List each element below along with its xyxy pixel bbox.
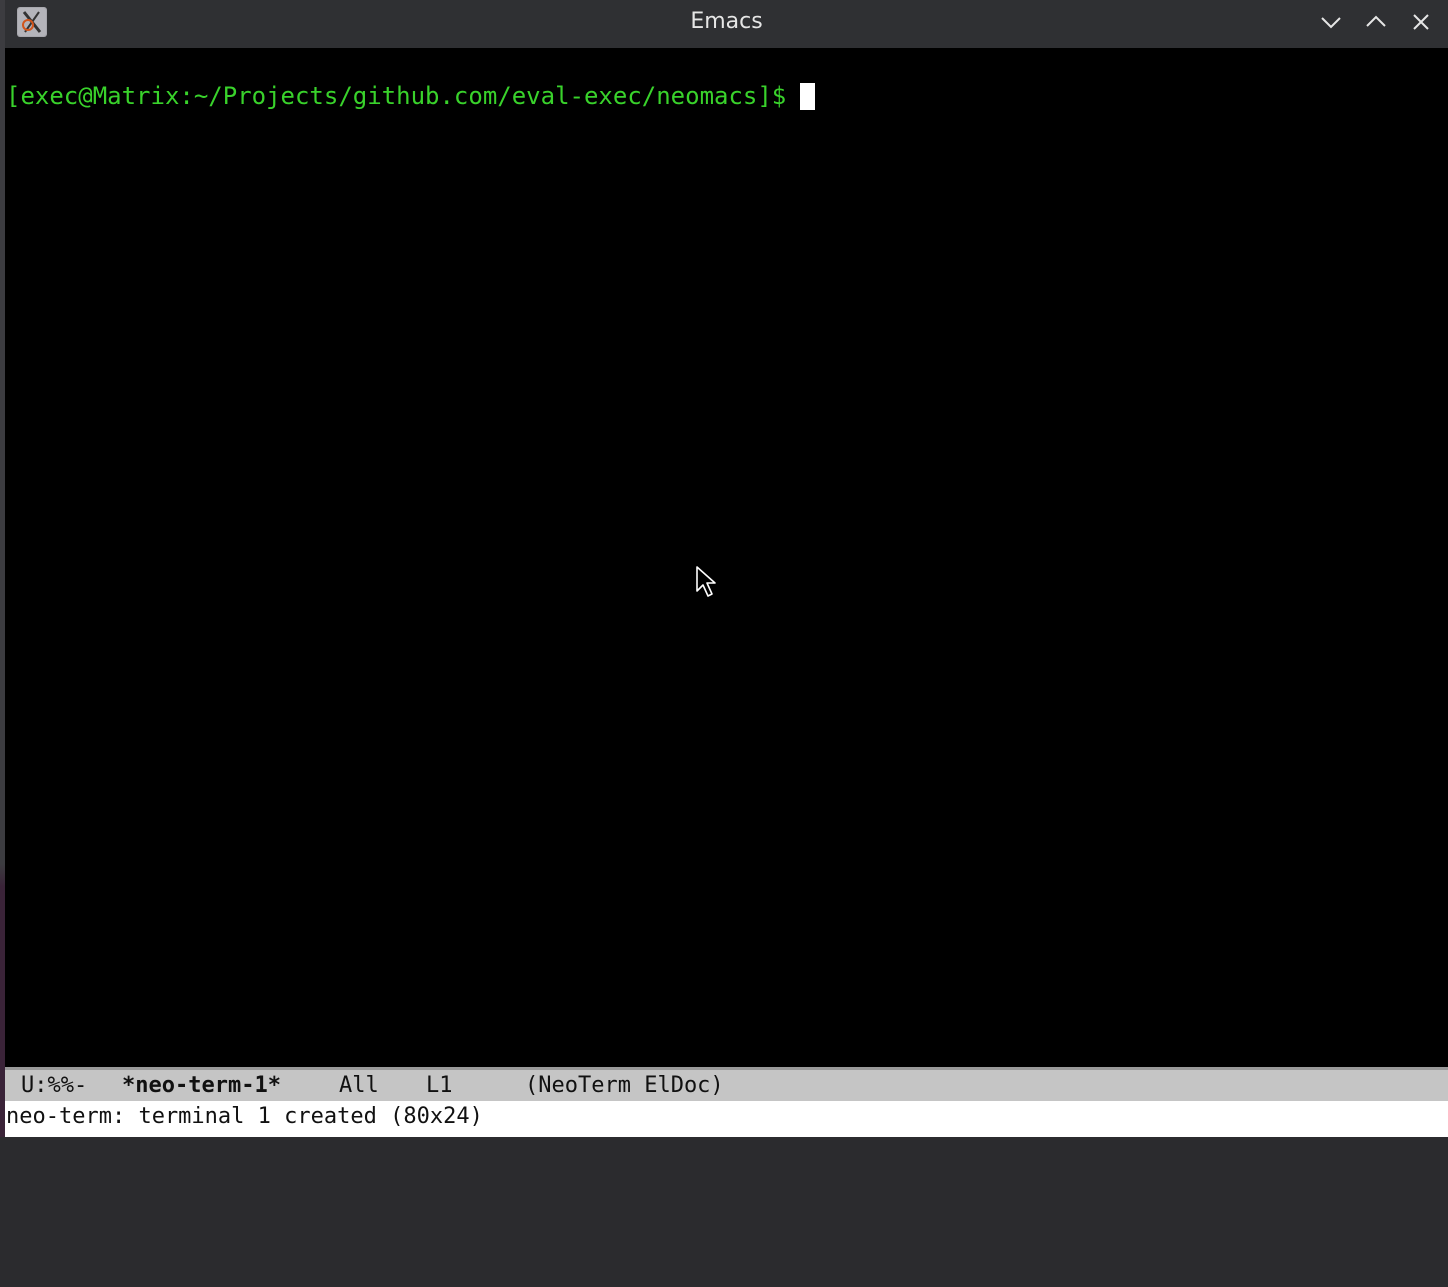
shell-prompt: [exec@Matrix:~/Projects/github.com/eval-… (6, 82, 787, 110)
shell-prompt-line: [exec@Matrix:~/Projects/github.com/eval-… (6, 81, 816, 111)
terminal-buffer[interactable]: [exec@Matrix:~/Projects/github.com/eval-… (5, 48, 1448, 1061)
modeline-modes[interactable]: (NeoTerm ElDoc) (525, 1070, 724, 1101)
close-button[interactable] (1409, 10, 1433, 34)
echo-message: neo-term: terminal 1 created (80x24) (6, 1104, 483, 1129)
echo-area[interactable]: neo-term: terminal 1 created (80x24) (5, 1101, 1448, 1137)
close-icon (1413, 14, 1429, 30)
title-bar[interactable]: Emacs (5, 0, 1448, 48)
modeline-line-number: L1 (426, 1073, 453, 1098)
modeline-status: U:%%- (21, 1073, 88, 1098)
text-cursor (800, 83, 816, 110)
maximize-button[interactable] (1364, 10, 1388, 34)
mode-line[interactable]: U:%%- *neo-term-1* All L1 (NeoTerm ElDoc… (5, 1067, 1448, 1101)
chevron-down-icon (1321, 17, 1341, 29)
chevron-up-icon (1366, 15, 1386, 27)
minimize-button[interactable] (1319, 10, 1343, 34)
mouse-pointer-icon (696, 566, 716, 597)
emacs-window: Emacs [exec@Matrix:~/Projects/github.com… (5, 0, 1448, 1137)
modeline-buffer-name[interactable]: *neo-term-1* (122, 1070, 281, 1101)
modeline-position: All (339, 1073, 379, 1098)
window-title: Emacs (690, 9, 763, 34)
